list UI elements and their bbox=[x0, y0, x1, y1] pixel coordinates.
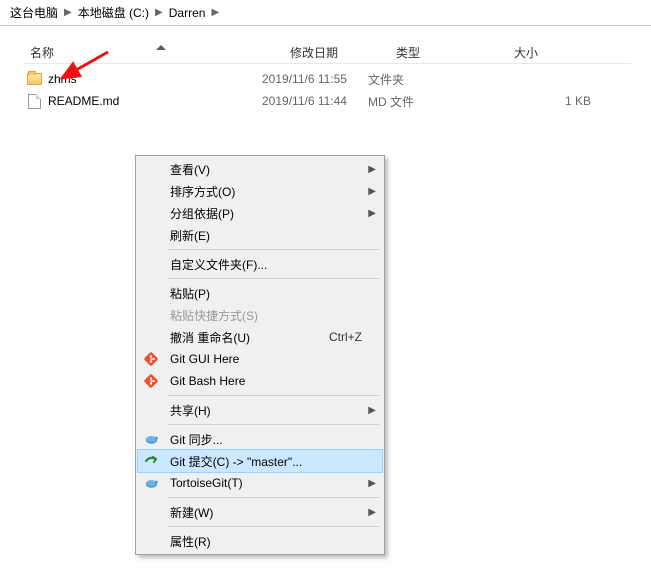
annotation-arrow-icon bbox=[56, 50, 116, 93]
file-size: 1 KB bbox=[486, 94, 631, 108]
menu-customize-folder[interactable]: 自定义文件夹(F)... bbox=[138, 253, 382, 275]
folder-icon bbox=[26, 71, 42, 87]
sort-ascending-icon bbox=[156, 45, 166, 50]
submenu-arrow-icon: ▶ bbox=[368, 507, 376, 518]
menu-share[interactable]: 共享(H)▶ bbox=[138, 399, 382, 421]
column-date[interactable]: 修改日期 bbox=[284, 44, 390, 61]
file-icon bbox=[26, 93, 42, 109]
menu-group[interactable]: 分组依据(P)▶ bbox=[138, 202, 382, 224]
chevron-right-icon: ▶ bbox=[209, 7, 221, 18]
turtle-icon bbox=[143, 475, 159, 491]
file-name: README.md bbox=[48, 94, 119, 108]
menu-sort[interactable]: 排序方式(O)▶ bbox=[138, 180, 382, 202]
chevron-right-icon: ▶ bbox=[153, 7, 165, 18]
menu-git-commit[interactable]: Git 提交(C) -> "master"... bbox=[138, 450, 382, 472]
breadcrumb-segment[interactable]: 本地磁盘 (C:) bbox=[74, 4, 153, 21]
column-size[interactable]: 大小 bbox=[508, 44, 631, 61]
menu-new[interactable]: 新建(W)▶ bbox=[138, 501, 382, 523]
menu-properties[interactable]: 属性(R) bbox=[138, 530, 382, 552]
menu-git-sync[interactable]: Git 同步... bbox=[138, 428, 382, 450]
menu-refresh[interactable]: 刷新(E) bbox=[138, 224, 382, 246]
commit-icon bbox=[143, 453, 159, 469]
context-menu: 查看(V)▶ 排序方式(O)▶ 分组依据(P)▶ 刷新(E) 自定义文件夹(F)… bbox=[135, 155, 385, 555]
menu-tortoisegit[interactable]: TortoiseGit(T)▶ bbox=[138, 472, 382, 494]
menu-undo-rename[interactable]: 撤消 重命名(U)Ctrl+Z bbox=[138, 326, 382, 348]
git-icon bbox=[143, 373, 159, 389]
file-date: 2019/11/6 11:44 bbox=[262, 94, 368, 108]
menu-git-gui[interactable]: Git GUI Here bbox=[138, 348, 382, 370]
submenu-arrow-icon: ▶ bbox=[368, 405, 376, 416]
file-type: MD 文件 bbox=[368, 93, 486, 110]
shortcut-label: Ctrl+Z bbox=[329, 330, 362, 344]
breadcrumb-segment[interactable]: Darren bbox=[165, 6, 210, 20]
list-item[interactable]: README.md 2019/11/6 11:44 MD 文件 1 KB bbox=[24, 90, 631, 112]
breadcrumb-segment[interactable]: 这台电脑 bbox=[6, 4, 62, 21]
submenu-arrow-icon: ▶ bbox=[368, 186, 376, 197]
submenu-arrow-icon: ▶ bbox=[368, 208, 376, 219]
submenu-arrow-icon: ▶ bbox=[368, 164, 376, 175]
file-type: 文件夹 bbox=[368, 71, 486, 88]
git-icon bbox=[143, 351, 159, 367]
menu-paste[interactable]: 粘贴(P) bbox=[138, 282, 382, 304]
turtle-icon bbox=[143, 431, 159, 447]
breadcrumb[interactable]: 这台电脑 ▶ 本地磁盘 (C:) ▶ Darren ▶ bbox=[0, 0, 651, 26]
menu-view[interactable]: 查看(V)▶ bbox=[138, 158, 382, 180]
file-date: 2019/11/6 11:55 bbox=[262, 72, 368, 86]
submenu-arrow-icon: ▶ bbox=[368, 478, 376, 489]
menu-git-bash[interactable]: Git Bash Here bbox=[138, 370, 382, 392]
menu-paste-shortcut: 粘贴快捷方式(S) bbox=[138, 304, 382, 326]
chevron-right-icon: ▶ bbox=[62, 7, 74, 18]
column-type[interactable]: 类型 bbox=[390, 44, 508, 61]
